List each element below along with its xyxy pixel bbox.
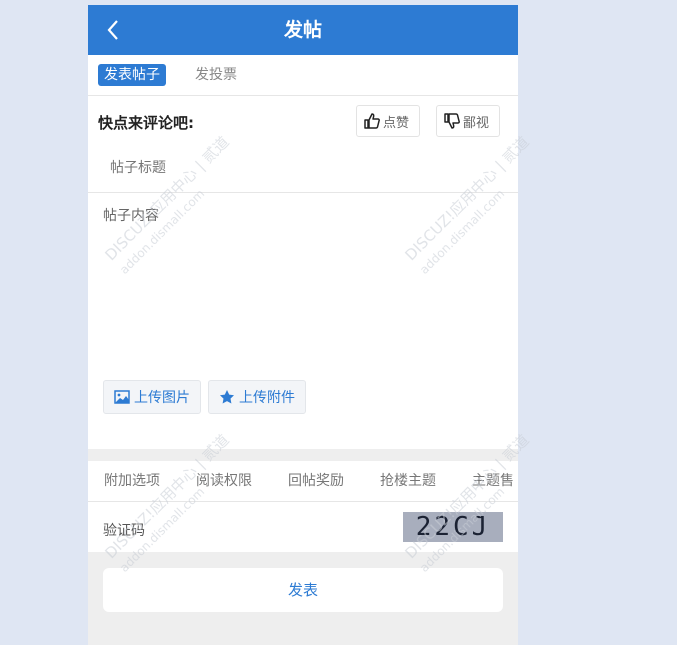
page-title: 发帖	[283, 19, 322, 41]
submit-area: 发表	[88, 552, 518, 645]
thumbs-down-icon	[444, 113, 460, 129]
tab-read-permission[interactable]: 阅读权限	[196, 461, 252, 501]
upload-attachment-label: 上传附件	[239, 390, 295, 406]
content-editor[interactable]: 帖子内容 上传图片 上传附件	[88, 193, 518, 449]
dislike-button[interactable]: 鄙视	[436, 105, 500, 137]
subject-row	[88, 146, 518, 193]
captcha-row: 验证码 22CJ	[88, 502, 518, 552]
thumbs-up-icon	[364, 113, 380, 129]
mobile-app-frame: 发帖 发表帖子 发投票 快点来评论吧: 点赞 鄙视 帖子内容	[88, 5, 518, 645]
tab-post-thread[interactable]: 发表帖子	[98, 64, 166, 86]
comment-prompt-label: 快点来评论吧:	[98, 114, 194, 132]
dislike-label: 鄙视	[463, 115, 490, 131]
tab-floor-thread[interactable]: 抢楼主题	[380, 461, 436, 501]
upload-image-button[interactable]: 上传图片	[103, 380, 201, 414]
like-button[interactable]: 点赞	[356, 105, 420, 137]
top-navigation-bar: 发帖	[88, 5, 518, 55]
tab-post-poll[interactable]: 发投票	[189, 64, 243, 86]
tab-extra-options[interactable]: 附加选项	[104, 461, 160, 501]
comment-prompt-row: 快点来评论吧: 点赞 鄙视	[88, 96, 518, 146]
upload-attachment-button[interactable]: 上传附件	[208, 380, 306, 414]
like-label: 点赞	[383, 115, 410, 131]
tab-paid-thread[interactable]: 主题售	[472, 461, 514, 501]
submit-post-button[interactable]: 发表	[103, 568, 503, 612]
section-divider	[88, 449, 518, 461]
post-mode-switch: 发表帖子 发投票	[88, 55, 518, 96]
captcha-image[interactable]: 22CJ	[403, 512, 503, 542]
image-icon	[114, 390, 130, 404]
options-tab-bar: 附加选项 阅读权限 回帖奖励 抢楼主题 主题售	[88, 461, 518, 502]
content-placeholder: 帖子内容	[103, 208, 159, 224]
tab-reply-reward[interactable]: 回帖奖励	[288, 461, 344, 501]
captcha-label: 验证码	[103, 523, 145, 539]
star-icon	[220, 390, 234, 404]
upload-image-label: 上传图片	[134, 390, 190, 406]
subject-input[interactable]	[108, 158, 492, 176]
